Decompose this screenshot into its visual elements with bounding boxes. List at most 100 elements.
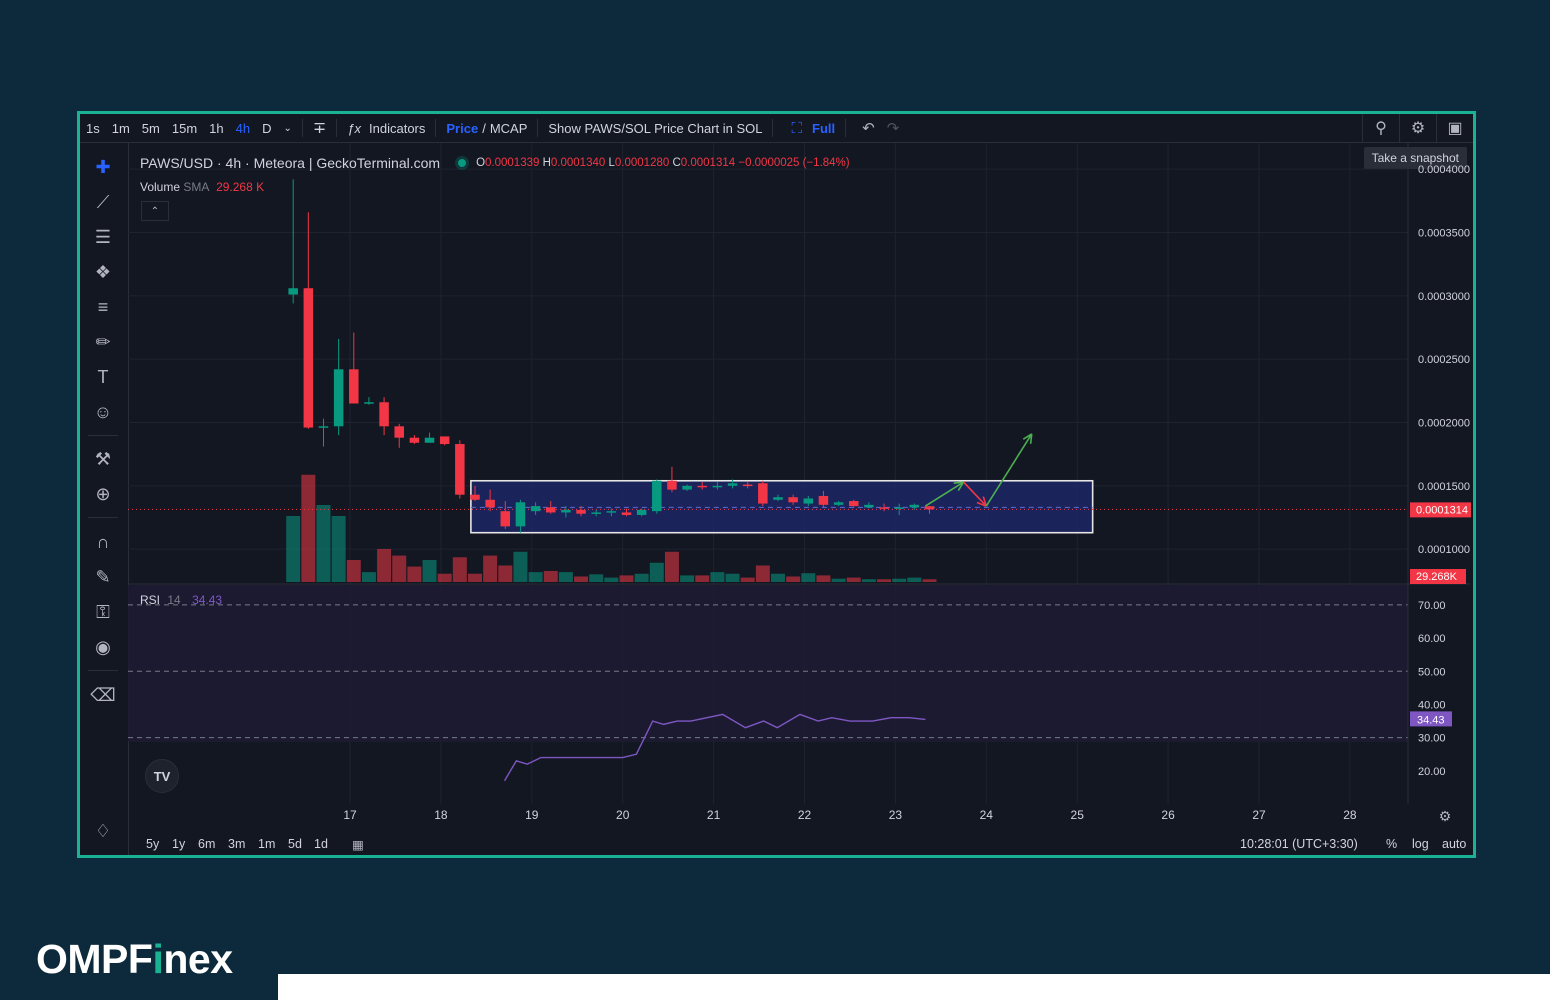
candle-body [742,484,753,487]
brand-text-pre: OMPF [36,936,153,982]
volume-bar [301,474,316,582]
price-axis: 0.0001000 0.0001500 0.0002000 0.0002500 0.00… [1418,164,1470,556]
calendar-icon[interactable]: ▦ [352,837,364,852]
volume-bar [831,578,846,582]
range-3m[interactable]: 3m [228,837,245,851]
collapse-legend-button[interactable]: ⌃ [141,201,169,221]
volume-bar [695,575,710,582]
sma-label: SMA [183,180,209,194]
rsi-period: 14 [167,593,181,607]
candle-body [394,426,404,438]
auto-toggle[interactable]: auto [1442,837,1466,851]
open-key: O [476,157,486,169]
candle-body [500,511,511,527]
candle-body [621,512,632,515]
volume-bar [574,576,589,582]
volume-bar [907,577,922,582]
log-toggle[interactable]: log [1412,837,1429,851]
volume-bar [922,579,937,582]
candle-body [727,483,738,486]
volume-bar [407,566,422,582]
volume-bar [680,575,695,582]
candle-body [591,512,601,514]
candle-body [409,437,420,443]
candle-body [667,480,677,490]
arrow-head [1029,433,1033,444]
ohlc-values: O0.0001339 H0.0001340 L0.0001280 C0.0001… [476,157,850,169]
clock-time[interactable]: 10:28:01 (UTC+3:30) [1240,837,1358,851]
volume-bar [770,573,785,582]
brand-logo: OMPFinex [36,936,233,983]
volume-bar [664,551,679,582]
candle-body [894,507,904,509]
range-6m[interactable]: 6m [198,837,215,851]
price-tick-label: 0.0002000 [1418,418,1470,430]
volume-legend: Volume SMA 29.268 K [140,180,264,194]
rsi-band [128,585,1408,742]
rsi-tick-label: 30.00 [1418,733,1446,745]
volume-bar [437,573,452,582]
range-1y[interactable]: 1y [172,837,185,851]
candle-body [758,483,768,504]
volume-bar [392,555,407,582]
candle-body [697,485,707,488]
rsi-tick-label: 20.00 [1418,766,1446,778]
tradingview-logo[interactable]: TV [145,759,179,793]
rsi-label: RSI [140,593,161,607]
brand-text-i: i [152,936,164,982]
time-tick-label: 18 [434,808,448,822]
volume-bar [346,560,361,582]
bottom-toolbar: 5y 1y 6m 3m 1m 5d 1d ▦ 10:28:01 (UTC+3:3… [128,831,1473,855]
rsi-value-tag-text: 34.43 [1417,714,1445,726]
candle-body [818,495,829,505]
volume-bar [846,577,861,582]
candle-body [303,288,314,428]
candle-body [652,480,662,512]
candle-body [349,369,359,404]
candle-body [924,506,935,510]
last-price-tag-text: 0.0001314 [1416,504,1468,516]
price-tick-label: 0.0002500 [1418,354,1470,366]
volume-bar [377,549,392,582]
volume-bar [634,573,649,582]
percent-toggle[interactable]: % [1386,837,1397,851]
change-value: −0.0000025 (−1.84%) [738,157,850,169]
time-tick-label: 26 [1161,808,1175,822]
axis-settings-gear-icon: ⚙ [1439,808,1452,824]
candle-body [909,504,920,508]
rsi-tick-label: 60.00 [1418,633,1446,645]
candle-body [515,502,526,527]
volume-bar [513,551,528,582]
rsi-axis: 70.00 60.00 50.00 40.00 30.00 20.00 34.43 [1410,600,1452,778]
volume-tag-text: 29.268K [1416,571,1458,583]
volume-bar [483,555,498,582]
chart-legend: PAWS/USD · 4h · Meteora | GeckoTerminal.… [140,155,850,171]
range-1d[interactable]: 1d [314,837,328,851]
candle-body [561,509,571,513]
candle-body [879,507,889,509]
volume-bar [725,573,740,582]
candle-body [682,485,692,490]
footer-bar [278,974,1550,1000]
candle-body [803,498,814,504]
close-value: 0.0001314 [680,157,736,169]
candle-body [773,497,783,500]
low-value: 0.0001280 [614,157,670,169]
range-5y[interactable]: 5y [146,837,159,851]
high-key: H [542,157,551,169]
volume-bar [286,516,301,582]
rsi-value: 34.43 [192,593,223,607]
volume-bar [755,565,770,582]
range-1m[interactable]: 1m [258,837,275,851]
symbol-title[interactable]: PAWS/USD · 4h · Meteora | GeckoTerminal.… [140,155,440,171]
candle-body [379,402,389,427]
range-5d[interactable]: 5d [288,837,302,851]
candle-body [424,437,435,443]
candle-body [545,507,556,513]
price-tick-label: 0.0003500 [1418,228,1470,240]
candle-body [470,494,480,500]
volume-bar [861,579,876,582]
chart-canvas[interactable]: 0.0001000 0.0001500 0.0002000 0.0002500 0.00… [80,114,1473,855]
candle-body [318,426,329,428]
volume-bar [498,565,513,582]
